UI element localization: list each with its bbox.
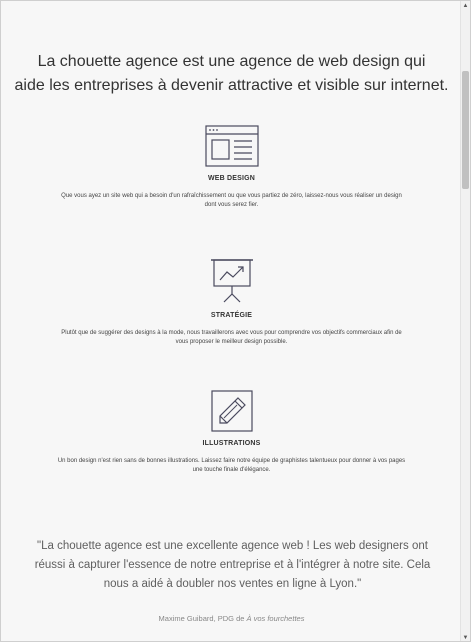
vertical-scrollbar[interactable]: ▲ ▼ <box>460 1 470 641</box>
presentation-chart-icon <box>210 259 253 303</box>
service-description: Un bon design n'est rien sans de bonnes … <box>12 457 452 475</box>
testimonial-line-3: nous a aidé à doubler nos ventes en lign… <box>103 578 362 590</box>
service-description: Que vous ayez un site web qui a besoin d… <box>12 192 452 210</box>
headline-line-2: aide les entreprises à devenir attractiv… <box>14 76 449 94</box>
service-title: STRATÉGIE <box>210 312 253 319</box>
testimonial-line-2: réussi à capturer l'essence de notre ent… <box>34 559 431 571</box>
web-design-icon <box>204 125 259 167</box>
service-description-line-1: Que vous ayez un site web qui a besoin d… <box>61 193 402 199</box>
headline-line-1: La chouette agence est une agence de web… <box>37 52 426 70</box>
author-name: Maxime Guibard, PDG de <box>158 614 247 623</box>
service-description-line-2: une touche finale d'élégance. <box>192 467 271 473</box>
service-web-design: WEB DESIGN Que vous ayez un site web qui… <box>1 125 462 210</box>
pencil-icon <box>210 390 253 432</box>
scrollbar-thumb[interactable] <box>462 71 469 189</box>
scroll-up-arrow-icon[interactable]: ▲ <box>461 1 470 11</box>
service-description-line-2: dont vous serez fier. <box>204 202 259 208</box>
service-description-line-1: Un bon design n'est rien sans de bonnes … <box>57 458 406 464</box>
agency-headline: La chouette agence est une agence de web… <box>1 50 462 98</box>
service-description-line-1: Plutôt que de suggérer des designs à la … <box>61 330 402 336</box>
service-title: WEB DESIGN <box>207 175 256 182</box>
service-description-line-2: vous proposer le meilleur design possibl… <box>175 339 288 345</box>
testimonial-line-1: "La chouette agence est une excellente a… <box>37 540 428 552</box>
scroll-down-arrow-icon[interactable]: ▼ <box>461 633 470 641</box>
browser-viewport: La chouette agence est une agence de web… <box>0 0 471 642</box>
service-strategie: STRATÉGIE Plutôt que de suggérer des des… <box>1 258 462 347</box>
author-company: À vos fourchettes <box>246 614 305 623</box>
service-description: Plutôt que de suggérer des designs à la … <box>12 329 452 347</box>
testimonial-author: Maxime Guibard, PDG de À vos fourchettes <box>1 614 462 623</box>
service-title: ILLUSTRATIONS <box>202 440 261 447</box>
page-content: La chouette agence est une agence de web… <box>1 1 462 641</box>
testimonial-quote: "La chouette agence est une excellente a… <box>25 537 440 594</box>
service-illustrations: ILLUSTRATIONS Un bon design n'est rien s… <box>1 390 462 475</box>
